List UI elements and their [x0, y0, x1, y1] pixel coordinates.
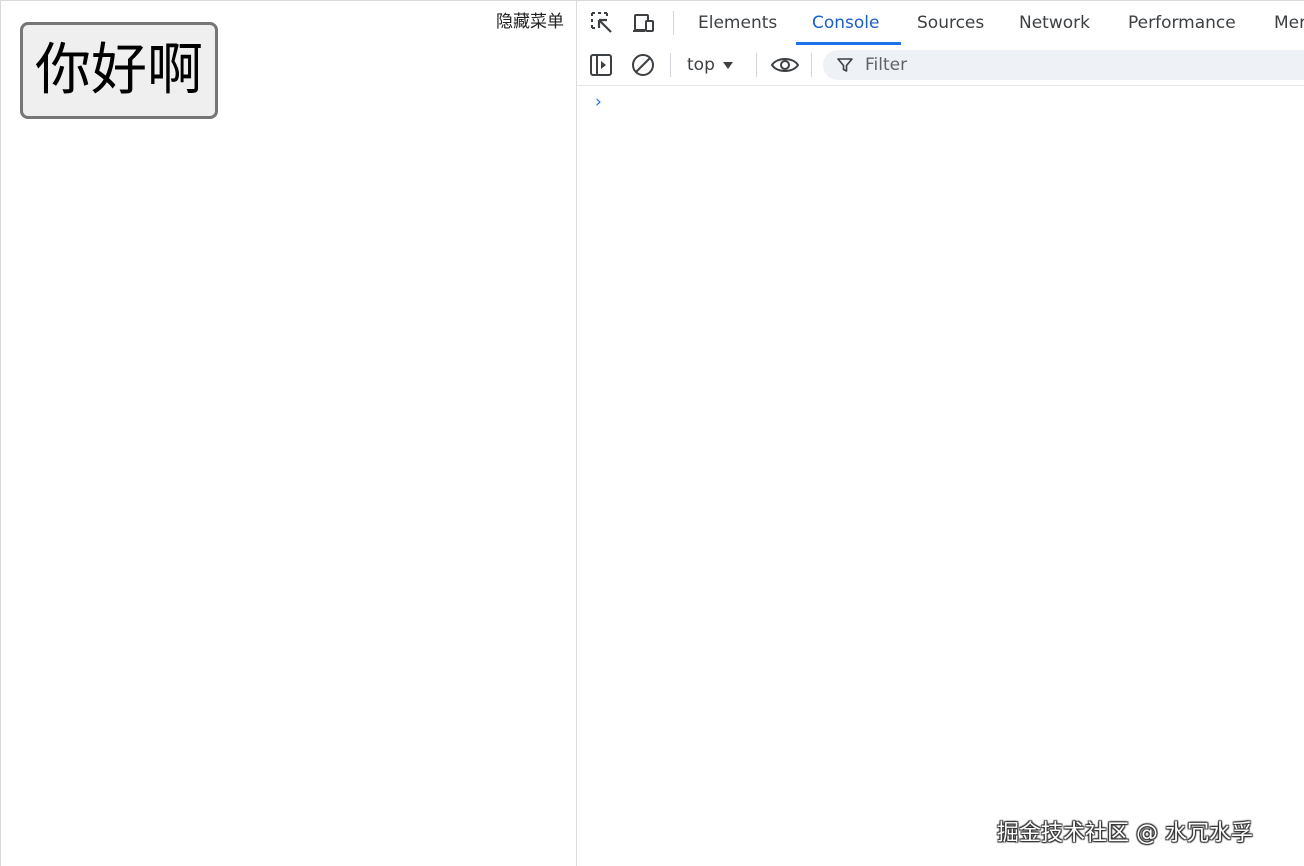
- live-expression-eye-icon[interactable]: [770, 52, 800, 78]
- device-toolbar-icon[interactable]: [631, 10, 657, 36]
- context-selector[interactable]: top: [687, 51, 733, 79]
- tab-console[interactable]: Console: [812, 1, 880, 45]
- web-page: 你好啊 隐藏菜单: [1, 1, 576, 866]
- console-toolbar: top Filter: [577, 45, 1304, 86]
- sidebar-toggle-icon[interactable]: [588, 52, 614, 78]
- clear-console-icon[interactable]: [630, 52, 656, 78]
- screen: 你好啊 隐藏菜单 Elements Console Sources Networ…: [0, 0, 1304, 866]
- inspect-element-icon[interactable]: [589, 10, 615, 36]
- toolbar-separator: [670, 53, 671, 77]
- tab-performance[interactable]: Performance: [1128, 1, 1236, 45]
- tab-memory[interactable]: Mer: [1274, 1, 1304, 45]
- hide-menu-label: 隐藏菜单: [496, 12, 564, 32]
- toolbar-separator: [756, 53, 757, 77]
- devtools-tabbar: Elements Console Sources Network Perform…: [577, 1, 1304, 46]
- console-prompt[interactable]: ›: [595, 92, 602, 112]
- hello-button[interactable]: 你好啊: [20, 22, 218, 119]
- console-output[interactable]: ›: [577, 86, 1304, 866]
- filter-placeholder: Filter: [865, 55, 908, 75]
- chevron-down-icon: [722, 61, 733, 69]
- toolbar-separator: [811, 53, 812, 77]
- devtools-panel: Elements Console Sources Network Perform…: [576, 1, 1304, 866]
- tab-network[interactable]: Network: [1019, 1, 1090, 45]
- tabbar-separator: [673, 11, 674, 35]
- watermark: 掘金技术社区 @ 水冗水孚: [997, 821, 1253, 846]
- tab-sources[interactable]: Sources: [917, 1, 984, 45]
- filter-funnel-icon: [837, 57, 853, 73]
- filter-input[interactable]: Filter: [823, 50, 1304, 80]
- context-label: top: [687, 55, 715, 75]
- tab-elements[interactable]: Elements: [698, 1, 777, 45]
